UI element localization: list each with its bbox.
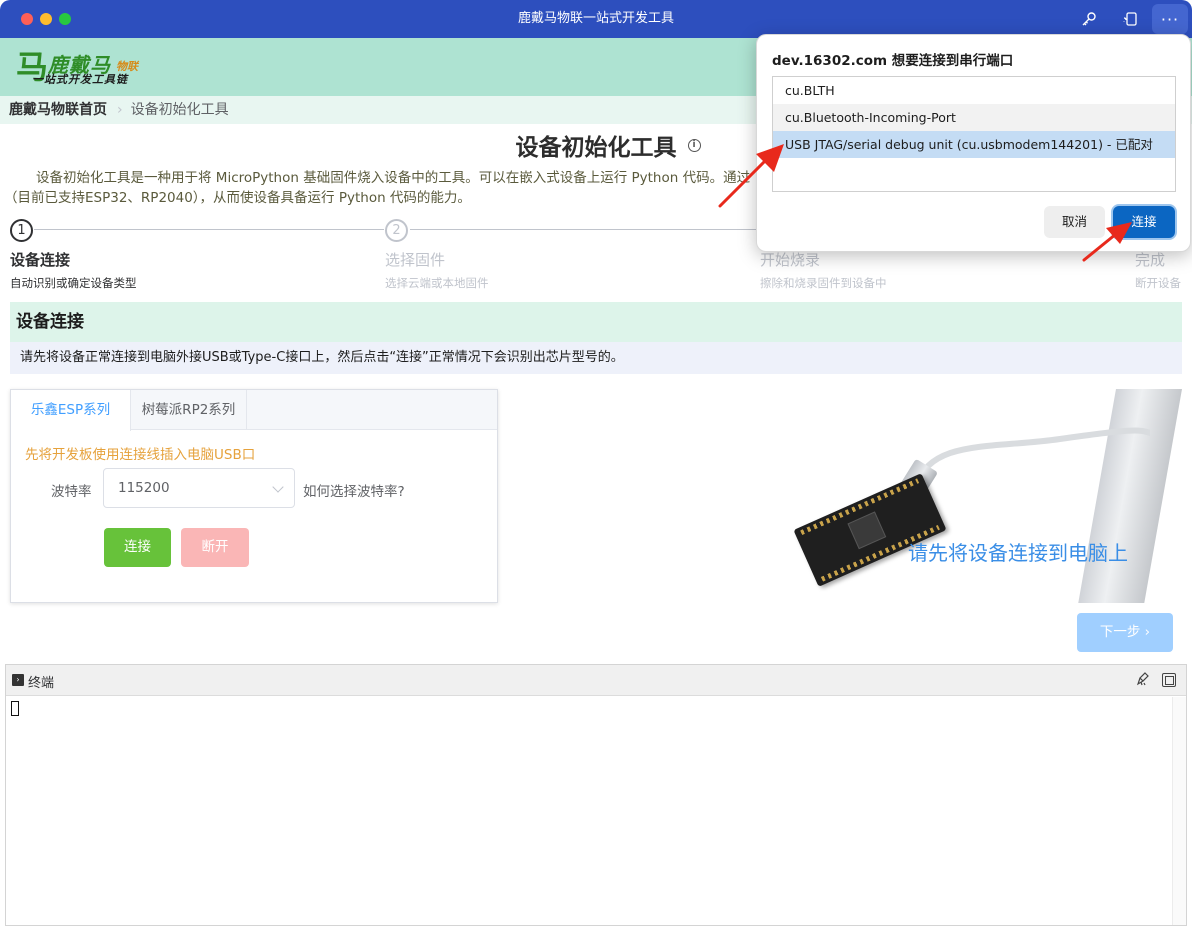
next-step-button[interactable]: 下一步 › [1077,613,1173,652]
step-1-circle: 1 [10,219,33,242]
connect-button[interactable]: 连接 [104,528,171,567]
step-4-desc: 断开设备 [1135,276,1181,290]
step-2-title: 选择固件 [385,251,446,269]
key-icon[interactable] [1076,7,1102,31]
step-1-desc: 自动识别或确定设备类型 [10,276,137,290]
breadcrumb-current: 设备初始化工具 [130,102,229,118]
step-connector [410,229,760,230]
breadcrumb-home-link[interactable]: 鹿戴马物联首页 [9,102,107,118]
serial-port-item[interactable]: cu.BLTH [773,77,1175,104]
baud-rate-select[interactable]: 115200 [103,468,295,508]
dialog-connect-button[interactable]: 连接 [1113,206,1175,238]
info-icon[interactable]: i [687,139,701,152]
step-2-circle: 2 [385,219,408,242]
logo-tagline: 一站式开发工具链 [32,73,128,86]
terminal-header: › 终端 [6,665,1186,696]
dialog-title: dev.16302.com 想要连接到串行端口 [772,53,1014,69]
step-4-title: 完成 [1135,251,1166,269]
dialog-cancel-button[interactable]: 取消 [1044,206,1105,238]
intro-text: 设备初始化工具是一种用于将 MicroPython 基础固件烧入设备中的工具。可… [4,168,764,208]
tab-rp2-series[interactable]: 树莓派RP2系列 [131,390,247,430]
window-titlebar: 鹿戴马物联一站式开发工具 ··· [0,0,1192,38]
disconnect-button[interactable]: 断开 [181,528,249,567]
serial-port-item[interactable]: cu.Bluetooth-Incoming-Port [773,104,1175,131]
dev-board-image [793,473,947,587]
connect-illustration: 请先将设备连接到电脑上 [760,389,1182,603]
section-title: 设备连接 [10,302,1182,342]
section-tip: 请先将设备正常连接到电脑外接USB或Type-C接口上，然后点击“连接”正常情况… [10,342,1182,374]
intro-line-2: （目前已支持ESP32、RP2040），从而使设备具备运行 Python 代码的… [4,190,471,206]
more-options-icon[interactable]: ··· [1152,4,1188,34]
brand-logo[interactable]: 马 鹿戴马 物联 一站式开发工具链 [16,48,156,88]
terminal-title: 终端 [28,676,55,691]
page-title: 设备初始化工具 [515,135,677,161]
serial-port-dialog: dev.16302.com 想要连接到串行端口 cu.BLTH cu.Bluet… [756,34,1191,252]
intro-line-1: 设备初始化工具是一种用于将 MicroPython 基础固件烧入设备中的工具。可… [36,170,751,186]
tab-esp-series[interactable]: 乐鑫ESP系列 [11,390,131,431]
step-3-desc: 擦除和烧录固件到设备中 [760,276,887,290]
baud-rate-value: 115200 [118,480,170,496]
step-2-desc: 选择云端或本地固件 [385,276,489,290]
serial-port-item-selected[interactable]: USB JTAG/serial debug unit (cu.usbmodem1… [773,131,1175,158]
step-1-title: 设备连接 [10,251,71,269]
usb-hint: 先将开发板使用连接线插入电脑USB口 [25,447,256,463]
illustration-caption: 请先将设备连接到电脑上 [908,541,1128,565]
board-chip [847,511,887,550]
step-3-title: 开始烧录 [760,251,821,269]
terminal-icon: › [12,674,24,686]
device-tabs: 乐鑫ESP系列 树莓派RP2系列 [11,390,497,431]
terminal-cursor[interactable] [11,701,19,716]
device-icon[interactable] [1117,7,1143,31]
terminal-scrollbar[interactable] [1172,697,1186,925]
baud-rate-help[interactable]: 如何选择波特率? [303,480,405,500]
step-connector [34,229,384,230]
window-title: 鹿戴马物联一站式开发工具 [517,11,674,26]
clear-terminal-icon[interactable] [1136,672,1152,688]
breadcrumb-separator: › [117,102,123,118]
chevron-down-icon [272,481,284,493]
device-type-card: 乐鑫ESP系列 树莓派RP2系列 先将开发板使用连接线插入电脑USB口 波特率 … [10,389,498,603]
baud-rate-label: 波特率 [51,484,92,500]
fullscreen-icon[interactable] [1162,673,1176,687]
serial-port-list[interactable]: cu.BLTH cu.Bluetooth-Incoming-Port USB J… [772,76,1176,192]
terminal-panel: › 终端 [5,664,1187,926]
